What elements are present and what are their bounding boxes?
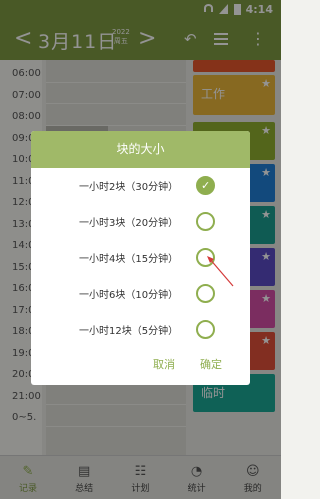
pointer-arrow-icon <box>207 256 234 287</box>
confirm-button[interactable]: 确定 <box>200 356 222 372</box>
cancel-button[interactable]: 取消 <box>153 356 175 372</box>
radio-icon[interactable] <box>196 212 215 231</box>
dialog-actions: 取消 确定 <box>31 356 250 376</box>
block-size-option[interactable]: 一小时2块（30分钟） <box>31 172 250 200</box>
radio-checked-icon[interactable] <box>196 176 215 195</box>
dialog-title: 块的大小 <box>31 131 250 168</box>
option-label: 一小时6块（10分钟） <box>79 290 179 301</box>
block-size-option[interactable]: 一小时12块（5分钟） <box>31 316 250 344</box>
block-size-option[interactable]: 一小时3块（20分钟） <box>31 208 250 236</box>
option-label: 一小时4块（15分钟） <box>79 254 179 265</box>
option-label: 一小时2块（30分钟） <box>79 182 179 193</box>
option-label: 一小时3块（20分钟） <box>79 218 179 229</box>
option-label: 一小时12块（5分钟） <box>79 326 179 337</box>
radio-icon[interactable] <box>196 320 215 339</box>
